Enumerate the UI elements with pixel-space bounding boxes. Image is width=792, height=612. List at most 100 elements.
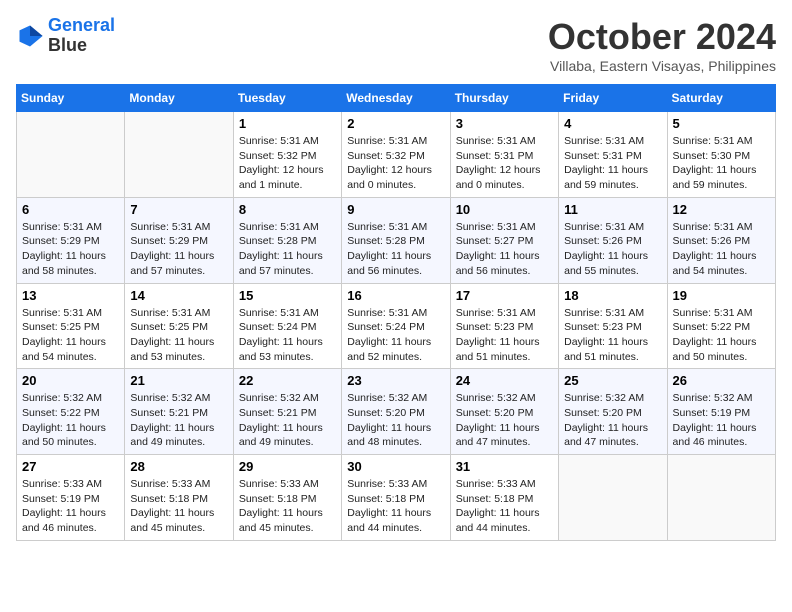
calendar-week-row: 13 Sunrise: 5:31 AM Sunset: 5:25 PM Dayl… [17,283,776,369]
calendar-body: 1 Sunrise: 5:31 AM Sunset: 5:32 PM Dayli… [17,112,776,541]
page-header: General Blue October 2024 Villaba, Easte… [16,16,776,74]
day-info: Sunrise: 5:32 AM Sunset: 5:19 PM Dayligh… [673,391,770,450]
calendar-day-cell: 7 Sunrise: 5:31 AM Sunset: 5:29 PM Dayli… [125,197,233,283]
day-info: Sunrise: 5:33 AM Sunset: 5:18 PM Dayligh… [456,477,553,536]
calendar-day-cell: 30 Sunrise: 5:33 AM Sunset: 5:18 PM Dayl… [342,455,450,541]
calendar-day-cell: 27 Sunrise: 5:33 AM Sunset: 5:19 PM Dayl… [17,455,125,541]
day-info: Sunrise: 5:31 AM Sunset: 5:31 PM Dayligh… [456,134,553,193]
calendar-week-row: 27 Sunrise: 5:33 AM Sunset: 5:19 PM Dayl… [17,455,776,541]
day-number: 27 [22,459,119,474]
day-number: 18 [564,288,661,303]
calendar-week-row: 20 Sunrise: 5:32 AM Sunset: 5:22 PM Dayl… [17,369,776,455]
day-number: 3 [456,116,553,131]
calendar-day-cell: 16 Sunrise: 5:31 AM Sunset: 5:24 PM Dayl… [342,283,450,369]
calendar-day-cell: 20 Sunrise: 5:32 AM Sunset: 5:22 PM Dayl… [17,369,125,455]
day-info: Sunrise: 5:31 AM Sunset: 5:22 PM Dayligh… [673,306,770,365]
day-info: Sunrise: 5:32 AM Sunset: 5:21 PM Dayligh… [130,391,227,450]
calendar-day-cell: 10 Sunrise: 5:31 AM Sunset: 5:27 PM Dayl… [450,197,558,283]
day-info: Sunrise: 5:31 AM Sunset: 5:24 PM Dayligh… [347,306,444,365]
calendar-day-cell: 13 Sunrise: 5:31 AM Sunset: 5:25 PM Dayl… [17,283,125,369]
day-number: 17 [456,288,553,303]
day-info: Sunrise: 5:31 AM Sunset: 5:26 PM Dayligh… [564,220,661,279]
day-number: 14 [130,288,227,303]
calendar-day-cell: 21 Sunrise: 5:32 AM Sunset: 5:21 PM Dayl… [125,369,233,455]
calendar-day-cell: 19 Sunrise: 5:31 AM Sunset: 5:22 PM Dayl… [667,283,775,369]
calendar-week-row: 1 Sunrise: 5:31 AM Sunset: 5:32 PM Dayli… [17,112,776,198]
day-number: 1 [239,116,336,131]
day-info: Sunrise: 5:31 AM Sunset: 5:23 PM Dayligh… [564,306,661,365]
day-info: Sunrise: 5:32 AM Sunset: 5:20 PM Dayligh… [347,391,444,450]
calendar-day-cell: 1 Sunrise: 5:31 AM Sunset: 5:32 PM Dayli… [233,112,341,198]
day-of-week-header: Tuesday [233,85,341,112]
day-of-week-header: Saturday [667,85,775,112]
calendar-day-cell: 17 Sunrise: 5:31 AM Sunset: 5:23 PM Dayl… [450,283,558,369]
day-info: Sunrise: 5:31 AM Sunset: 5:32 PM Dayligh… [347,134,444,193]
day-number: 8 [239,202,336,217]
day-info: Sunrise: 5:31 AM Sunset: 5:25 PM Dayligh… [130,306,227,365]
calendar-day-cell: 12 Sunrise: 5:31 AM Sunset: 5:26 PM Dayl… [667,197,775,283]
calendar-day-cell: 15 Sunrise: 5:31 AM Sunset: 5:24 PM Dayl… [233,283,341,369]
day-number: 26 [673,373,770,388]
day-info: Sunrise: 5:31 AM Sunset: 5:27 PM Dayligh… [456,220,553,279]
day-number: 23 [347,373,444,388]
day-info: Sunrise: 5:31 AM Sunset: 5:28 PM Dayligh… [347,220,444,279]
calendar-day-cell: 6 Sunrise: 5:31 AM Sunset: 5:29 PM Dayli… [17,197,125,283]
day-number: 15 [239,288,336,303]
day-info: Sunrise: 5:31 AM Sunset: 5:25 PM Dayligh… [22,306,119,365]
day-number: 7 [130,202,227,217]
day-number: 28 [130,459,227,474]
day-number: 9 [347,202,444,217]
calendar-day-cell: 24 Sunrise: 5:32 AM Sunset: 5:20 PM Dayl… [450,369,558,455]
calendar-day-cell: 23 Sunrise: 5:32 AM Sunset: 5:20 PM Dayl… [342,369,450,455]
calendar-day-cell: 29 Sunrise: 5:33 AM Sunset: 5:18 PM Dayl… [233,455,341,541]
calendar-table: SundayMondayTuesdayWednesdayThursdayFrid… [16,84,776,541]
calendar-day-cell: 5 Sunrise: 5:31 AM Sunset: 5:30 PM Dayli… [667,112,775,198]
calendar-header-row: SundayMondayTuesdayWednesdayThursdayFrid… [17,85,776,112]
day-info: Sunrise: 5:31 AM Sunset: 5:26 PM Dayligh… [673,220,770,279]
day-of-week-header: Sunday [17,85,125,112]
day-number: 20 [22,373,119,388]
day-number: 13 [22,288,119,303]
calendar-day-cell: 14 Sunrise: 5:31 AM Sunset: 5:25 PM Dayl… [125,283,233,369]
day-number: 25 [564,373,661,388]
day-of-week-header: Wednesday [342,85,450,112]
day-number: 22 [239,373,336,388]
calendar-day-cell: 4 Sunrise: 5:31 AM Sunset: 5:31 PM Dayli… [559,112,667,198]
calendar-day-cell [559,455,667,541]
day-info: Sunrise: 5:31 AM Sunset: 5:23 PM Dayligh… [456,306,553,365]
day-info: Sunrise: 5:31 AM Sunset: 5:24 PM Dayligh… [239,306,336,365]
day-info: Sunrise: 5:31 AM Sunset: 5:32 PM Dayligh… [239,134,336,193]
day-number: 31 [456,459,553,474]
logo: General Blue [16,16,115,56]
day-number: 16 [347,288,444,303]
day-info: Sunrise: 5:31 AM Sunset: 5:28 PM Dayligh… [239,220,336,279]
day-info: Sunrise: 5:31 AM Sunset: 5:30 PM Dayligh… [673,134,770,193]
day-info: Sunrise: 5:33 AM Sunset: 5:18 PM Dayligh… [239,477,336,536]
calendar-day-cell: 31 Sunrise: 5:33 AM Sunset: 5:18 PM Dayl… [450,455,558,541]
title-block: October 2024 Villaba, Eastern Visayas, P… [548,16,776,74]
day-info: Sunrise: 5:31 AM Sunset: 5:31 PM Dayligh… [564,134,661,193]
month-title: October 2024 [548,16,776,58]
calendar-day-cell: 8 Sunrise: 5:31 AM Sunset: 5:28 PM Dayli… [233,197,341,283]
day-number: 4 [564,116,661,131]
day-info: Sunrise: 5:32 AM Sunset: 5:22 PM Dayligh… [22,391,119,450]
calendar-day-cell: 3 Sunrise: 5:31 AM Sunset: 5:31 PM Dayli… [450,112,558,198]
calendar-day-cell [667,455,775,541]
day-number: 2 [347,116,444,131]
calendar-day-cell: 22 Sunrise: 5:32 AM Sunset: 5:21 PM Dayl… [233,369,341,455]
calendar-day-cell [17,112,125,198]
calendar-day-cell: 25 Sunrise: 5:32 AM Sunset: 5:20 PM Dayl… [559,369,667,455]
day-info: Sunrise: 5:33 AM Sunset: 5:18 PM Dayligh… [347,477,444,536]
calendar-week-row: 6 Sunrise: 5:31 AM Sunset: 5:29 PM Dayli… [17,197,776,283]
day-info: Sunrise: 5:31 AM Sunset: 5:29 PM Dayligh… [22,220,119,279]
day-of-week-header: Monday [125,85,233,112]
calendar-day-cell: 26 Sunrise: 5:32 AM Sunset: 5:19 PM Dayl… [667,369,775,455]
day-info: Sunrise: 5:32 AM Sunset: 5:20 PM Dayligh… [456,391,553,450]
calendar-day-cell [125,112,233,198]
day-info: Sunrise: 5:31 AM Sunset: 5:29 PM Dayligh… [130,220,227,279]
location: Villaba, Eastern Visayas, Philippines [548,58,776,74]
day-number: 24 [456,373,553,388]
day-number: 5 [673,116,770,131]
day-number: 10 [456,202,553,217]
day-info: Sunrise: 5:33 AM Sunset: 5:18 PM Dayligh… [130,477,227,536]
